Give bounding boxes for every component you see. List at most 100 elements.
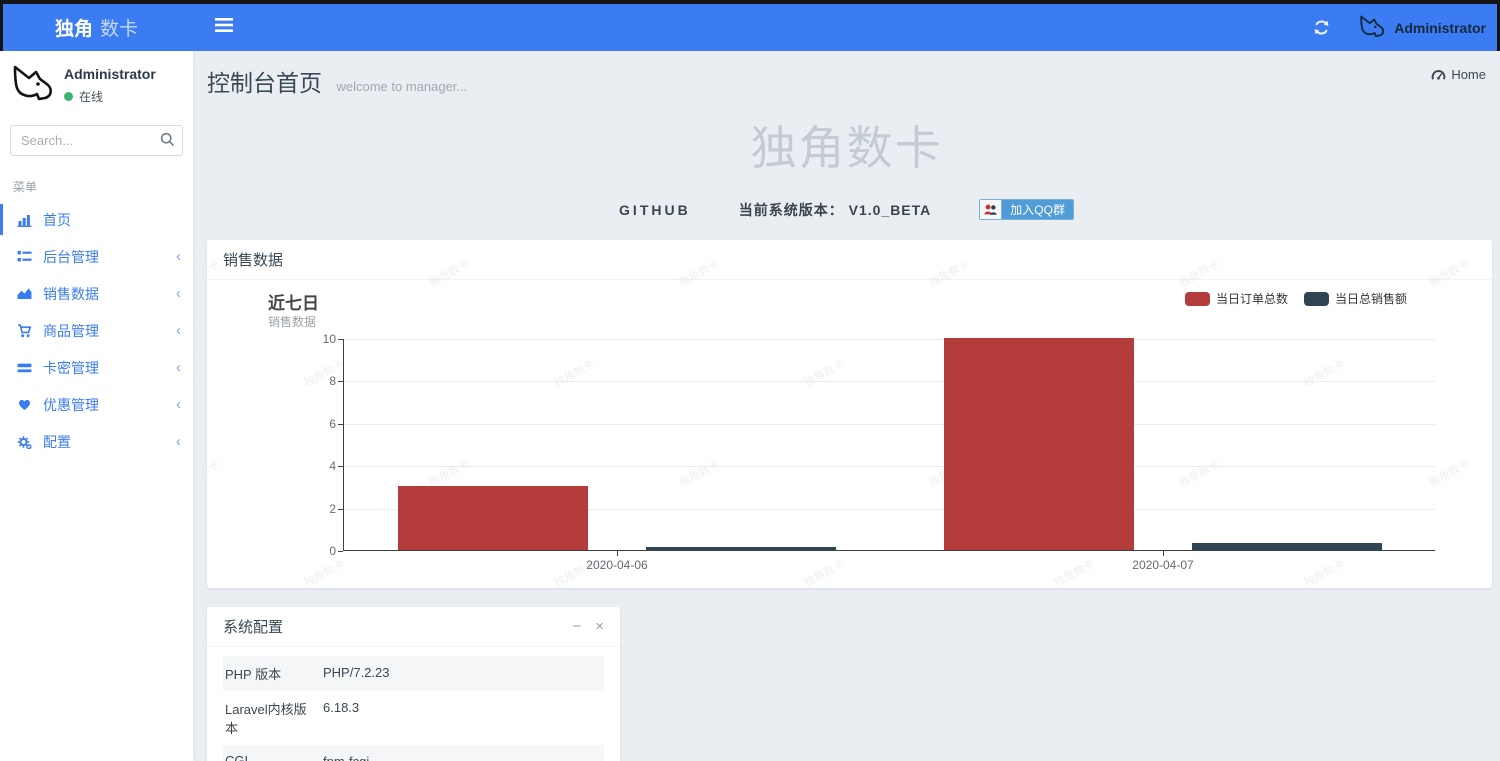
bar-当日总销售额-2020-04-07[interactable]: [1192, 542, 1382, 550]
github-link[interactable]: GITHUB: [619, 202, 691, 218]
sidebar-item-products[interactable]: 商品管理 ‹: [0, 312, 193, 349]
sidebar-item-label: 销售数据: [43, 285, 99, 302]
brand-bold: 独角: [54, 19, 93, 40]
sidebar-item-cards[interactable]: 卡密管理 ‹: [0, 349, 193, 386]
navbar-user-menu[interactable]: Administrator: [1356, 14, 1486, 41]
sidebar-item-label: 优惠管理: [43, 396, 99, 413]
search-icon: [160, 132, 175, 147]
minimize-icon[interactable]: −: [572, 619, 581, 634]
sidebar-item-home[interactable]: 首页: [0, 201, 193, 238]
search-button[interactable]: [160, 132, 175, 152]
system-config-card: 系统配置 − × PHP 版本 PHP/7.2.23 Laravel内核版本 6.18…: [207, 607, 620, 761]
y-axis-tick: [338, 508, 343, 510]
x-axis-tick: [617, 551, 618, 556]
system-version-text: 当前系统版本： V1.0_BETA: [738, 201, 932, 218]
sidebar-item-label: 后台管理: [43, 248, 99, 265]
hero-title: 独角数卡: [750, 122, 943, 174]
gridline: [344, 339, 1435, 340]
sales-card-title: 销售数据: [223, 252, 284, 269]
sidebar-item-admin[interactable]: 后台管理 ‹: [0, 238, 193, 275]
chevron-left-icon: ‹: [176, 433, 181, 450]
system-info-row: Laravel内核版本 6.18.3: [223, 691, 604, 745]
y-axis-tick: [338, 466, 343, 468]
search-input[interactable]: [10, 125, 183, 156]
gear-icon: [16, 435, 33, 449]
chart-plot-area: 0 2 4 6 8 10 2020-04-06 2020-04-07: [323, 332, 1435, 572]
menu-icon: [215, 18, 233, 32]
main-content: 控制台首页 welcome to manager... Home 独角数卡 GI…: [193, 51, 1500, 761]
y-axis-label: 10: [322, 332, 336, 346]
navbar-username: Administrator: [1394, 19, 1486, 36]
system-info-row: PHP 版本 PHP/7.2.23: [223, 656, 604, 691]
sales-chart: 近七日 销售数据 当日订单总数 当日总销售额 0 2 4 6 8 10 2020-04-06 2…: [207, 280, 1492, 588]
bar-当日订单总数-2020-04-06[interactable]: [398, 486, 588, 550]
sidebar-menu: 首页 后台管理 ‹ 销售数据 ‹ 商品管理 ‹ 卡密管理 ‹ 优惠管理 ‹ 配置 ‹: [0, 201, 193, 460]
system-info-label: Laravel内核版本: [225, 702, 307, 736]
legend-item[interactable]: 当日总销售额: [1303, 290, 1407, 307]
gridline: [344, 423, 1435, 425]
sidebar-item-config[interactable]: 配置 ‹: [0, 423, 193, 460]
gridline: [344, 466, 1435, 468]
page-subtitle: welcome to manager...: [336, 79, 468, 94]
sidebar-toggle-button[interactable]: [205, 10, 243, 45]
chart-legend: 当日订单总数 当日总销售额: [1184, 290, 1407, 307]
y-axis-label: 2: [329, 501, 336, 516]
brand-logo[interactable]: 独角 数卡: [0, 4, 193, 51]
list-icon: [16, 250, 33, 263]
close-icon[interactable]: ×: [595, 619, 604, 634]
sidebar-item-label: 卡密管理: [43, 359, 99, 376]
y-axis-tick: [338, 423, 343, 425]
sidebar-item-sales[interactable]: 销售数据 ‹: [0, 275, 193, 312]
y-axis-tick: [338, 381, 343, 383]
y-axis-label: 4: [329, 459, 336, 474]
breadcrumb[interactable]: Home: [1431, 67, 1486, 82]
chevron-left-icon: ‹: [176, 396, 181, 413]
chevron-left-icon: ‹: [176, 285, 181, 302]
legend-swatch: [1303, 291, 1329, 306]
brand-light: 数卡: [100, 19, 139, 40]
refresh-button[interactable]: [1313, 19, 1330, 36]
legend-label: 当日订单总数: [1215, 292, 1288, 306]
y-axis-tick: [338, 339, 343, 340]
card-icon: [16, 362, 33, 374]
system-info-table: PHP 版本 PHP/7.2.23 Laravel内核版本 6.18.3 CGI fpm-…: [207, 647, 620, 761]
page-title: 控制台首页: [207, 70, 322, 96]
chart-title: 近七日: [268, 294, 319, 313]
top-navbar: 独角 数卡 Administrator: [0, 4, 1500, 51]
system-info-value: PHP/7.2.23: [323, 665, 390, 680]
x-axis-label: 2020-04-07: [1132, 558, 1194, 572]
refresh-icon: [1314, 20, 1329, 35]
y-axis-label: 8: [329, 374, 336, 389]
chevron-left-icon: ‹: [176, 359, 181, 376]
legend-label: 当日总销售额: [1334, 292, 1407, 306]
heart-icon: [16, 398, 33, 411]
sidebar-user-panel: Administrator 在线: [0, 51, 193, 117]
chart-area-icon: [16, 287, 33, 300]
unicorn-icon: [1360, 15, 1385, 38]
unicorn-logo-icon: [13, 65, 52, 101]
sidebar-item-coupons[interactable]: 优惠管理 ‹: [0, 386, 193, 423]
chevron-left-icon: ‹: [176, 248, 181, 265]
bar-当日订单总数-2020-04-07[interactable]: [944, 338, 1134, 550]
bar-当日总销售额-2020-04-06[interactable]: [646, 546, 836, 550]
legend-swatch: [1184, 291, 1210, 306]
sales-data-card: 独角数卡 独角数卡 独角数卡 独角数卡 独角数卡 独角数卡 独角数卡 独角数卡 独角数卡 独角数卡…: [207, 240, 1492, 588]
dashboard-icon: [1431, 69, 1446, 80]
sidebar-item-label: 首页: [43, 211, 71, 228]
system-info-label: PHP 版本: [225, 667, 282, 682]
y-axis-label: 6: [329, 416, 336, 431]
cart-icon: [16, 323, 33, 338]
qq-group-icon: [984, 204, 997, 215]
legend-item[interactable]: 当日订单总数: [1184, 290, 1288, 307]
x-axis-tick: [1163, 551, 1164, 556]
y-axis-label: 0: [329, 544, 336, 558]
y-axis-tick: [338, 551, 343, 552]
online-status-label: 在线: [79, 89, 104, 104]
system-card-title: 系统配置: [223, 619, 284, 636]
online-status-dot: [64, 91, 73, 101]
chevron-left-icon: ‹: [176, 322, 181, 339]
join-qq-group-button[interactable]: 加入QQ群: [979, 199, 1074, 220]
window-left-edge: [0, 0, 3, 51]
window-top-edge: [0, 0, 1500, 4]
sidebar: Administrator 在线 菜单 首页后台管理‹销售数据‹商品管理‹卡密管…: [0, 51, 193, 761]
